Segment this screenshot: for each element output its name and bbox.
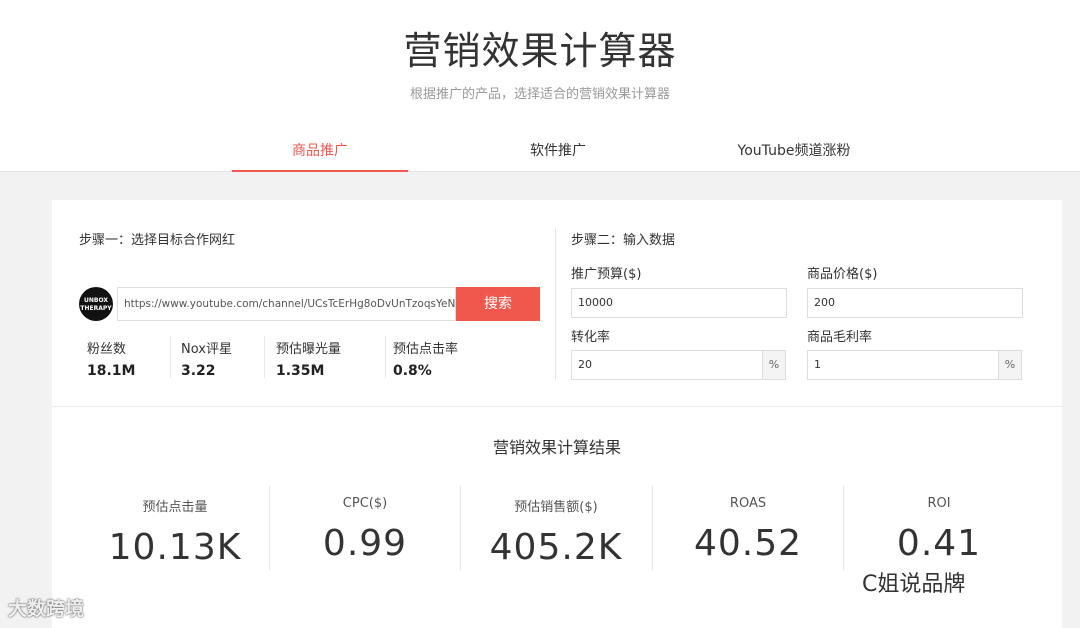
stat-label: 预估曝光量 [276, 342, 342, 357]
tab-software-promotion[interactable]: 软件推广 [470, 140, 646, 172]
page-subtitle: 根据推广的产品，选择适合的营销效果计算器 [409, 87, 670, 102]
stat-label: 粉丝数 [87, 342, 127, 357]
vertical-divider [555, 228, 556, 380]
result-sales: 预估销售额($) 405.2K [461, 496, 651, 568]
conversion-label: 转化率 [571, 330, 611, 345]
result-label: 预估点击量 [142, 500, 208, 515]
stat-subscribers: 粉丝数 18.1M [87, 338, 135, 379]
result-label: ROI [927, 496, 951, 511]
stat-value: 18.1M [87, 363, 136, 379]
header-section: 营销效果计算器 根据推广的产品，选择适合的营销效果计算器 商品推广 软件推广 Y… [0, 0, 1080, 172]
result-value: 10.13K [108, 527, 242, 568]
result-roi: ROI 0.41 [844, 496, 1034, 564]
price-input[interactable]: 200 [807, 288, 1023, 318]
stat-value: 0.8% [393, 363, 432, 379]
stat-divider [170, 336, 171, 378]
horizontal-divider [52, 406, 1062, 407]
watermark-left: 大数跨境 [8, 598, 85, 620]
budget-input[interactable]: 10000 [571, 288, 787, 318]
stat-value: 1.35M [276, 363, 325, 379]
conversion-input[interactable]: 20 [571, 350, 763, 380]
channel-avatar: UNBOX THERAPY [79, 287, 113, 321]
result-value: 405.2K [489, 527, 623, 568]
margin-input[interactable]: 1 [807, 350, 999, 380]
stat-label: Nox评星 [181, 342, 232, 357]
results-title: 营销效果计算结果 [492, 438, 621, 457]
conversion-percent-suffix: % [762, 350, 786, 380]
result-value: 40.52 [693, 523, 803, 564]
stat-ctr: 预估点击率 0.8% [393, 338, 458, 379]
result-label: 预估销售额($) [514, 500, 598, 515]
result-value: 0.41 [896, 523, 982, 564]
step2-title: 步骤二：输入数据 [571, 233, 676, 248]
margin-percent-suffix: % [998, 350, 1022, 380]
result-label: CPC($) [342, 496, 388, 511]
tab-youtube-subscribers[interactable]: YouTube频道涨粉 [706, 140, 882, 172]
stat-value: 3.22 [181, 363, 216, 379]
watermark-right: C姐说品牌 [862, 572, 966, 597]
result-label: ROAS [729, 496, 767, 511]
stat-divider [264, 336, 265, 378]
tab-product-promotion[interactable]: 商品推广 [232, 140, 408, 172]
margin-label: 商品毛利率 [807, 330, 873, 345]
result-value: 0.99 [322, 523, 408, 564]
budget-label: 推广预算($) [571, 267, 642, 282]
stat-impressions: 预估曝光量 1.35M [276, 338, 341, 379]
page-title: 营销效果计算器 [403, 29, 677, 73]
result-roas: ROAS 40.52 [653, 496, 843, 564]
channel-url-input[interactable]: https://www.youtube.com/channel/UCsTcErH… [117, 287, 456, 321]
step1-title: 步骤一：选择目标合作网红 [79, 233, 236, 248]
search-button[interactable]: 搜索 [456, 287, 540, 321]
stat-nox-rating: Nox评星 3.22 [181, 338, 232, 379]
price-label: 商品价格($) [807, 267, 878, 282]
stat-label: 预估点击率 [393, 342, 459, 357]
result-clicks: 预估点击量 10.13K [80, 496, 270, 568]
result-cpc: CPC($) 0.99 [270, 496, 460, 564]
stat-divider [385, 336, 386, 378]
calculator-card: 步骤一：选择目标合作网红 UNBOX THERAPY https://www.y… [52, 200, 1062, 628]
